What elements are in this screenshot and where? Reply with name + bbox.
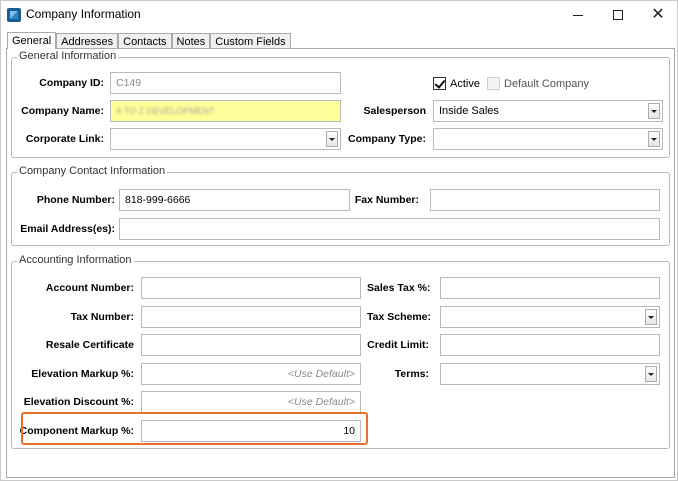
phone-number-label: Phone Number: bbox=[36, 194, 115, 206]
accounting-information-group: Accounting Information Account Number: T… bbox=[11, 254, 670, 449]
tax-scheme-label: Tax Scheme: bbox=[367, 311, 431, 323]
resale-certificate-field[interactable] bbox=[141, 334, 361, 356]
elevation-markup-label: Elevation Markup %: bbox=[31, 368, 134, 380]
tax-number-label: Tax Number: bbox=[70, 311, 134, 323]
app-icon bbox=[7, 8, 21, 22]
salesperson-dropdown[interactable]: Inside Sales bbox=[433, 100, 663, 122]
company-type-dropdown[interactable] bbox=[433, 128, 663, 150]
accounting-information-legend: Accounting Information bbox=[17, 254, 134, 266]
sales-tax-label: Sales Tax %: bbox=[367, 282, 431, 294]
terms-label: Terms: bbox=[394, 368, 429, 380]
default-company-label: Default Company bbox=[504, 78, 589, 90]
contact-information-legend: Company Contact Information bbox=[17, 165, 168, 177]
tax-scheme-dropdown[interactable] bbox=[440, 306, 660, 328]
credit-limit-label: Credit Limit: bbox=[367, 339, 429, 351]
terms-dropdown-button[interactable] bbox=[645, 366, 657, 382]
active-checkbox[interactable] bbox=[433, 77, 446, 90]
chevron-down-icon bbox=[648, 315, 654, 319]
close-button[interactable]: ✕ bbox=[635, 1, 678, 29]
email-addresses-label: Email Address(es): bbox=[20, 223, 115, 235]
terms-dropdown[interactable] bbox=[440, 363, 660, 385]
sales-tax-field[interactable] bbox=[440, 277, 660, 299]
fax-number-label: Fax Number: bbox=[354, 194, 419, 206]
general-tab-panel: General Information Company ID: C149 Com… bbox=[6, 48, 675, 478]
credit-limit-field[interactable] bbox=[440, 334, 660, 356]
company-name-value: A TO Z DEVELOPMENT bbox=[116, 106, 215, 116]
tab-contacts[interactable]: Contacts bbox=[118, 33, 172, 49]
fax-number-field[interactable] bbox=[430, 189, 660, 211]
company-id-field: C149 bbox=[110, 72, 341, 94]
elevation-markup-field[interactable]: <Use Default> bbox=[141, 363, 361, 385]
minimize-icon bbox=[573, 14, 583, 16]
contact-information-group: Company Contact Information Phone Number… bbox=[11, 165, 670, 246]
window-title: Company Information bbox=[26, 7, 141, 21]
email-addresses-field[interactable] bbox=[119, 218, 660, 240]
company-information-window: Company Information ✕ General Addresses … bbox=[0, 0, 678, 481]
chevron-down-icon bbox=[651, 137, 657, 141]
chevron-down-icon bbox=[648, 372, 654, 376]
resale-certificate-label: Resale Certificate bbox=[45, 339, 134, 351]
company-type-label: Company Type: bbox=[348, 133, 426, 145]
phone-number-field[interactable]: 818-999-6666 bbox=[119, 189, 350, 211]
component-markup-callout bbox=[21, 412, 368, 445]
general-information-group: General Information Company ID: C149 Com… bbox=[11, 50, 670, 158]
chevron-down-icon bbox=[651, 109, 657, 113]
tab-strip: General Addresses Contacts Notes Custom … bbox=[7, 32, 291, 49]
chevron-down-icon bbox=[329, 137, 335, 141]
tab-custom-fields[interactable]: Custom Fields bbox=[210, 33, 291, 49]
active-label: Active bbox=[450, 78, 480, 90]
corporate-link-dropdown-button[interactable] bbox=[326, 131, 338, 147]
close-icon: ✕ bbox=[651, 6, 665, 23]
tax-number-field[interactable] bbox=[141, 306, 361, 328]
company-id-label: Company ID: bbox=[39, 77, 104, 89]
tax-scheme-dropdown-button[interactable] bbox=[645, 309, 657, 325]
corporate-link-label: Corporate Link: bbox=[25, 133, 104, 145]
general-information-legend: General Information bbox=[17, 50, 119, 62]
salesperson-dropdown-button[interactable] bbox=[648, 103, 660, 119]
elevation-discount-label: Elevation Discount %: bbox=[23, 396, 134, 408]
elevation-discount-field[interactable]: <Use Default> bbox=[141, 391, 361, 413]
account-number-label: Account Number: bbox=[45, 282, 134, 294]
salesperson-value: Inside Sales bbox=[439, 105, 499, 117]
account-number-field[interactable] bbox=[141, 277, 361, 299]
default-company-checkbox[interactable] bbox=[487, 77, 500, 90]
company-type-dropdown-button[interactable] bbox=[648, 131, 660, 147]
title-bar[interactable]: Company Information ✕ bbox=[1, 1, 677, 29]
corporate-link-dropdown[interactable] bbox=[110, 128, 341, 150]
tab-notes[interactable]: Notes bbox=[171, 33, 211, 49]
salesperson-label: Salesperson bbox=[363, 105, 426, 117]
tab-addresses[interactable]: Addresses bbox=[56, 33, 119, 49]
company-name-field[interactable]: A TO Z DEVELOPMENT bbox=[110, 100, 341, 122]
company-name-label: Company Name: bbox=[21, 105, 104, 117]
maximize-icon bbox=[613, 10, 623, 20]
tab-general[interactable]: General bbox=[7, 32, 57, 49]
